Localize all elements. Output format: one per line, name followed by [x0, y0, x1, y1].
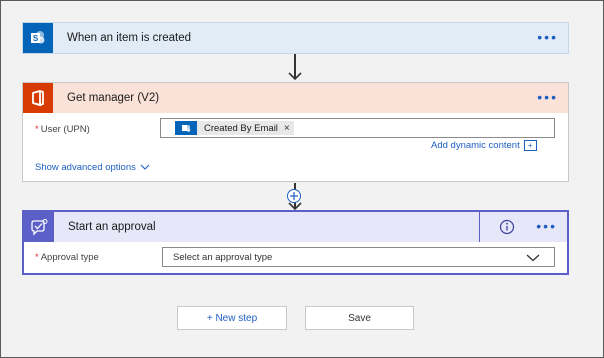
save-button[interactable]: Save: [305, 306, 414, 330]
chevron-down-icon: [140, 164, 150, 170]
user-upn-label: * User (UPN): [35, 124, 90, 135]
flow-canvas: S When an item is created ••• Get manage…: [0, 0, 604, 358]
approval-type-placeholder: Select an approval type: [173, 252, 273, 263]
new-step-button[interactable]: + New step: [177, 306, 287, 330]
user-upn-field[interactable]: Created By Email ×: [160, 118, 555, 138]
approval-icon: [24, 212, 54, 242]
get-manager-card: Get manager (V2) ••• * User (UPN) Created…: [22, 82, 569, 182]
show-advanced-options-link[interactable]: Show advanced options: [35, 162, 150, 173]
trigger-title: When an item is created: [67, 32, 192, 44]
get-manager-more-button[interactable]: •••: [537, 90, 558, 104]
plus-icon: [290, 192, 298, 200]
approval-card: Start an approval ••• * Approval type Sel…: [22, 210, 569, 275]
chevron-down-icon: [526, 254, 540, 262]
get-manager-title: Get manager (V2): [67, 92, 160, 104]
token-label: Created By Email: [204, 122, 278, 134]
trigger-header[interactable]: S When an item is created •••: [23, 23, 568, 53]
get-manager-header[interactable]: Get manager (V2) •••: [23, 83, 568, 113]
insert-step-button[interactable]: [287, 189, 301, 203]
arrow-down-icon: [288, 72, 302, 81]
svg-text:S: S: [33, 34, 39, 43]
approval-type-select[interactable]: Select an approval type: [162, 247, 555, 267]
info-icon[interactable]: [499, 219, 515, 235]
token-remove-button[interactable]: ×: [284, 123, 290, 134]
add-content-icon: +: [523, 140, 537, 151]
add-dynamic-content-link[interactable]: Add dynamic content +: [431, 140, 537, 151]
sharepoint-icon: S: [23, 23, 53, 53]
dynamic-token[interactable]: Created By Email ×: [175, 121, 294, 135]
approval-type-label: * Approval type: [35, 252, 99, 263]
approval-more-button[interactable]: •••: [536, 219, 557, 233]
header-divider: [479, 212, 480, 242]
approval-header[interactable]: Start an approval •••: [24, 212, 567, 242]
office-icon: [23, 83, 53, 113]
approval-title: Start an approval: [68, 221, 156, 233]
trigger-more-button[interactable]: •••: [537, 30, 558, 44]
trigger-card[interactable]: S When an item is created •••: [22, 22, 569, 54]
sharepoint-icon: [175, 121, 197, 135]
